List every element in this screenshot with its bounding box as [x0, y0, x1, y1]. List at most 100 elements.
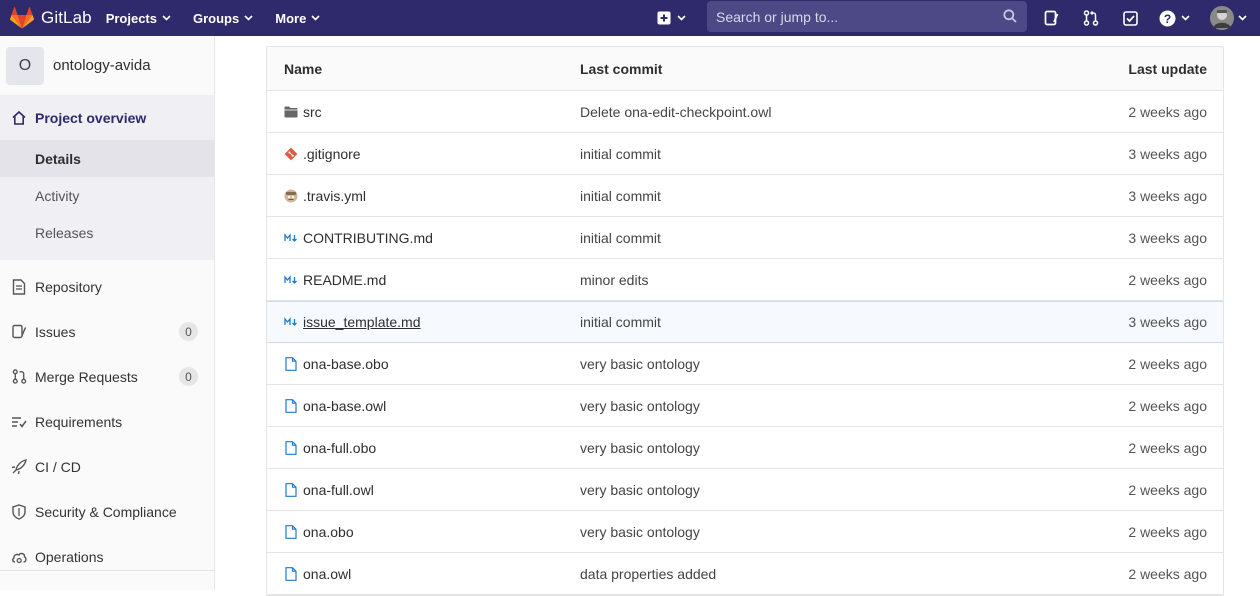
project-overview-section: Project overview Details Activity Releas…: [0, 96, 214, 260]
file-name-link[interactable]: ona-full.obo: [303, 440, 376, 456]
new-item-dropdown[interactable]: [657, 11, 686, 25]
sidebar-subitem-details[interactable]: Details: [0, 140, 214, 177]
todo-check-icon: [1123, 10, 1138, 26]
chevron-down-icon: [244, 15, 253, 21]
more-menu[interactable]: More: [275, 11, 320, 26]
table-row[interactable]: ona.obo very basic ontology 2 weeks ago: [267, 511, 1223, 553]
file-name-link[interactable]: ona-base.owl: [303, 398, 386, 414]
commit-message-link[interactable]: initial commit: [580, 146, 661, 162]
file-name-cell: ona-base.obo: [267, 356, 580, 372]
projects-menu[interactable]: Projects: [106, 11, 171, 26]
svg-text:?: ?: [1164, 12, 1171, 26]
search-input[interactable]: [716, 8, 986, 25]
file-name-cell: issue_template.md: [267, 314, 580, 330]
table-row[interactable]: .travis.yml initial commit 3 weeks ago: [267, 175, 1223, 217]
sidebar-subitem-activity[interactable]: Activity: [0, 177, 214, 214]
commit-message-link[interactable]: Delete ona-edit-checkpoint.owl: [580, 104, 771, 120]
last-commit-cell: initial commit: [580, 230, 1010, 246]
file-name-link[interactable]: ona-base.obo: [303, 356, 389, 372]
table-row[interactable]: issue_template.md initial commit 3 weeks a…: [267, 301, 1223, 343]
table-row[interactable]: CONTRIBUTING.md initial commit 3 weeks ago: [267, 217, 1223, 259]
markdown-icon: [284, 273, 298, 287]
sidebar-item-label: CI / CD: [35, 458, 81, 475]
last-commit-cell: very basic ontology: [580, 440, 1010, 456]
issues-count-badge: 0: [179, 322, 198, 341]
file-icon: [284, 440, 298, 455]
sidebar-item-repository[interactable]: Repository: [0, 264, 214, 309]
table-row[interactable]: ona-base.obo very basic ontology 2 weeks a…: [267, 343, 1223, 385]
markdown-icon: [284, 315, 298, 329]
commit-message-link[interactable]: very basic ontology: [580, 356, 700, 372]
sidebar-item-issues[interactable]: Issues 0: [0, 309, 214, 354]
sidebar-item-label: Requirements: [35, 413, 123, 430]
last-commit-cell: initial commit: [580, 146, 1010, 162]
sidebar-item-merge-requests[interactable]: Merge Requests 0: [0, 354, 214, 399]
file-icon: [284, 524, 298, 539]
sidebar-item-operations[interactable]: Operations: [0, 534, 214, 579]
file-name-link[interactable]: ona.owl: [303, 566, 351, 582]
table-row[interactable]: README.md minor edits 2 weeks ago: [267, 259, 1223, 301]
commit-message-link[interactable]: initial commit: [580, 230, 661, 246]
commit-message-link[interactable]: very basic ontology: [580, 440, 700, 456]
last-commit-cell: very basic ontology: [580, 524, 1010, 540]
file-name-link[interactable]: ona.obo: [303, 524, 354, 540]
commit-message-link[interactable]: very basic ontology: [580, 524, 700, 540]
chevron-down-icon: [1181, 15, 1190, 21]
help-dropdown[interactable]: ?: [1159, 0, 1190, 36]
commit-message-link[interactable]: minor edits: [580, 272, 648, 288]
sidebar-item-project-overview[interactable]: Project overview: [0, 96, 214, 140]
last-commit-cell: very basic ontology: [580, 398, 1010, 414]
issues-icon: [11, 324, 27, 340]
sidebar-item-label: Security & Compliance: [35, 503, 177, 520]
folder-icon: [284, 105, 298, 119]
file-name-cell: README.md: [267, 272, 580, 288]
table-row[interactable]: ona-full.obo very basic ontology 2 weeks a…: [267, 427, 1223, 469]
sidebar-item-ci-cd[interactable]: CI / CD: [0, 444, 214, 489]
git-icon: [284, 147, 298, 161]
sidebar-item-label: Repository: [35, 278, 102, 295]
project-header[interactable]: O ontology-avida: [0, 36, 214, 96]
gitlab-home-link[interactable]: GitLab: [10, 0, 92, 36]
chevron-down-icon: [162, 15, 171, 21]
commit-message-link[interactable]: very basic ontology: [580, 398, 700, 414]
file-name-link[interactable]: .gitignore: [303, 146, 361, 162]
merge-request-icon: [11, 369, 27, 385]
table-row[interactable]: ona.owl data properties added 2 weeks ago: [267, 553, 1223, 595]
search-box[interactable]: [707, 1, 1027, 32]
file-name-link[interactable]: .travis.yml: [303, 188, 366, 204]
file-name-link[interactable]: CONTRIBUTING.md: [303, 230, 433, 246]
chevron-down-icon: [1238, 15, 1247, 21]
commit-message-link[interactable]: data properties added: [580, 566, 716, 582]
file-name-cell: src: [267, 104, 580, 120]
groups-menu[interactable]: Groups: [193, 11, 253, 26]
file-name-link[interactable]: src: [303, 104, 322, 120]
todos-nav-button[interactable]: [1123, 0, 1138, 36]
commit-message-link[interactable]: initial commit: [580, 314, 661, 330]
last-update-cell: 2 weeks ago: [1128, 565, 1207, 582]
issues-nav-button[interactable]: [1044, 0, 1060, 36]
file-name-link[interactable]: ona-full.owl: [303, 482, 374, 498]
file-name-cell: .gitignore: [267, 146, 580, 162]
repository-icon: [11, 278, 27, 295]
table-row[interactable]: ona-base.owl very basic ontology 2 weeks a…: [267, 385, 1223, 427]
sidebar-item-label: Issues: [35, 323, 76, 340]
sidebar-subitem-releases[interactable]: Releases: [0, 214, 214, 251]
last-update-cell: 2 weeks ago: [1128, 397, 1207, 414]
search-icon[interactable]: [1003, 9, 1017, 23]
last-commit-cell: data properties added: [580, 566, 1010, 582]
sidebar-item-security-compliance[interactable]: Security & Compliance: [0, 489, 214, 534]
table-row[interactable]: .gitignore initial commit 3 weeks ago: [267, 133, 1223, 175]
commit-message-link[interactable]: very basic ontology: [580, 482, 700, 498]
sidebar-item-requirements[interactable]: Requirements: [0, 399, 214, 444]
file-name-link[interactable]: issue_template.md: [303, 314, 421, 330]
nav-right: ?: [657, 0, 1247, 36]
merge-requests-count-badge: 0: [179, 367, 198, 386]
user-menu[interactable]: [1210, 0, 1247, 36]
sidebar-item-label: Project overview: [35, 110, 147, 126]
last-update-cell: 3 weeks ago: [1128, 145, 1207, 162]
merge-requests-nav-button[interactable]: [1083, 0, 1099, 36]
commit-message-link[interactable]: initial commit: [580, 188, 661, 204]
table-row[interactable]: ona-full.owl very basic ontology 2 weeks a…: [267, 469, 1223, 511]
file-name-link[interactable]: README.md: [303, 272, 386, 288]
table-row[interactable]: src Delete ona-edit-checkpoint.owl 2 weeks…: [267, 91, 1223, 133]
